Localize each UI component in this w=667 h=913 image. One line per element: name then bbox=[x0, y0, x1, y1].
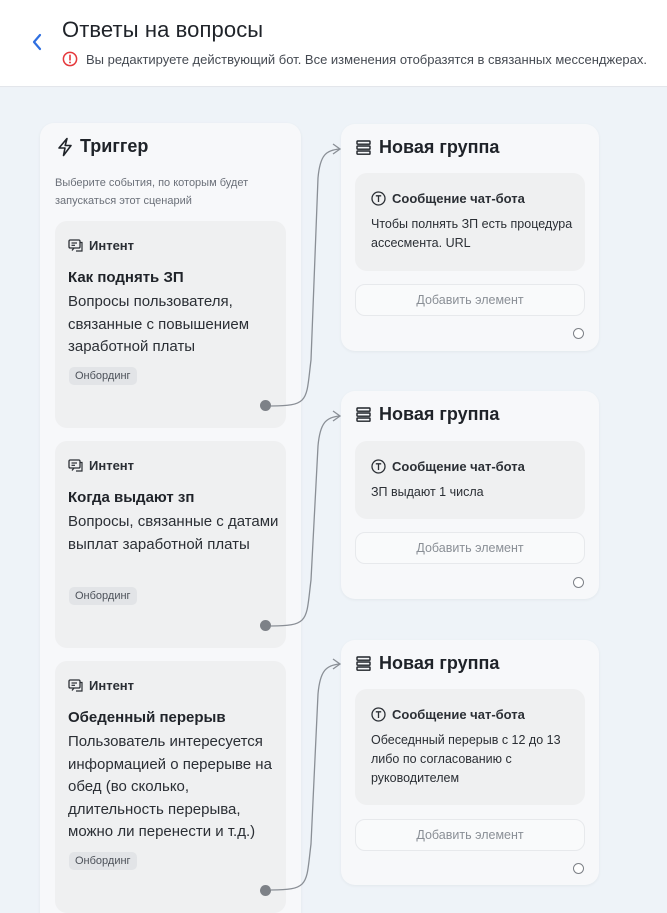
group-panel[interactable]: Новая группа Сообщение чат-бота Чтобы по… bbox=[341, 124, 599, 351]
back-button[interactable] bbox=[26, 30, 48, 54]
message-type-label: Сообщение чат-бота bbox=[392, 707, 525, 722]
add-element-button[interactable]: Добавить элемент bbox=[355, 532, 585, 564]
chat-intent-icon bbox=[68, 239, 83, 252]
message-header: Сообщение чат-бота bbox=[371, 191, 525, 206]
intent-tag: Онбординг bbox=[69, 367, 137, 385]
group-title-text: Новая группа bbox=[379, 404, 500, 424]
intent-output-port[interactable] bbox=[260, 620, 271, 631]
edit-warning: Вы редактируете действующий бот. Все изм… bbox=[62, 51, 647, 67]
group-output-port[interactable] bbox=[573, 863, 584, 874]
text-t-icon bbox=[371, 459, 386, 474]
bot-message-card[interactable]: Сообщение чат-бота ЗП выдают 1 числа bbox=[355, 441, 585, 519]
chat-intent-icon bbox=[68, 459, 83, 472]
group-title: Новая группа bbox=[356, 404, 499, 425]
intent-header: Интент bbox=[68, 458, 134, 473]
page-title: Ответы на вопросы bbox=[62, 17, 264, 42]
group-panel[interactable]: Новая группа Сообщение чат-бота Обеседнн… bbox=[341, 640, 599, 885]
intent-description: Вопросы, связанные с датами выплат зараб… bbox=[68, 513, 279, 553]
group-panel[interactable]: Новая группа Сообщение чат-бота ЗП выдаю… bbox=[341, 391, 599, 599]
message-text: Обеседнный перерыв с 12 до 13 либо по со… bbox=[371, 733, 561, 785]
intent-description: Вопросы пользователя, связанные с повыше… bbox=[68, 293, 250, 355]
intent-card[interactable]: Интент Как поднять ЗП Вопросы пользовате… bbox=[55, 221, 286, 428]
intent-card[interactable]: Интент Обеденный перерыв Пользователь ин… bbox=[55, 661, 286, 913]
group-title-text: Новая группа bbox=[379, 653, 500, 673]
intent-output-port[interactable] bbox=[260, 885, 271, 896]
stack-icon bbox=[356, 140, 371, 155]
add-element-button[interactable]: Добавить элемент bbox=[355, 819, 585, 851]
message-type-label: Сообщение чат-бота bbox=[392, 191, 525, 206]
intent-output-port[interactable] bbox=[260, 400, 271, 411]
trigger-title: Триггер bbox=[56, 136, 148, 157]
stack-icon bbox=[356, 656, 371, 671]
bot-message-card[interactable]: Сообщение чат-бота Обеседнный перерыв с … bbox=[355, 689, 585, 805]
intent-header: Интент bbox=[68, 238, 134, 253]
add-element-button[interactable]: Добавить элемент bbox=[355, 284, 585, 316]
intent-type-label: Интент bbox=[89, 678, 135, 693]
message-header: Сообщение чат-бота bbox=[371, 459, 525, 474]
stack-icon bbox=[356, 407, 371, 422]
intent-type-label: Интент bbox=[89, 238, 135, 253]
bot-message-card[interactable]: Сообщение чат-бота Чтобы полнять ЗП есть… bbox=[355, 173, 585, 271]
intent-card[interactable]: Интент Когда выдают зп Вопросы, связанны… bbox=[55, 441, 286, 648]
text-t-icon bbox=[371, 707, 386, 722]
message-text: Чтобы полнять ЗП есть процедура ассесмен… bbox=[371, 217, 573, 250]
text-t-icon bbox=[371, 191, 386, 206]
group-output-port[interactable] bbox=[573, 577, 584, 588]
intent-name: Обеденный перерыв bbox=[68, 709, 226, 726]
page-header: Ответы на вопросы Вы редактируете действ… bbox=[0, 0, 667, 87]
intent-name: Как поднять ЗП bbox=[68, 269, 184, 286]
warning-text: Вы редактируете действующий бот. Все изм… bbox=[86, 51, 647, 67]
group-title: Новая группа bbox=[356, 653, 499, 674]
intent-tag: Онбординг bbox=[69, 587, 137, 605]
intent-type-label: Интент bbox=[89, 458, 135, 473]
group-title: Новая группа bbox=[356, 137, 499, 158]
intent-tag: Онбординг bbox=[69, 852, 137, 870]
alert-circle-icon bbox=[62, 51, 78, 67]
trigger-title-text: Триггер bbox=[80, 136, 149, 156]
intent-description: Пользователь интересуется информацией о … bbox=[68, 733, 272, 840]
trigger-description: Выберите события, по которым будет запус… bbox=[55, 177, 249, 207]
chevron-left-icon bbox=[32, 33, 42, 51]
chat-intent-icon bbox=[68, 679, 83, 692]
intent-header: Интент bbox=[68, 678, 134, 693]
message-text: ЗП выдают 1 числа bbox=[371, 485, 484, 499]
group-title-text: Новая группа bbox=[379, 137, 500, 157]
message-type-label: Сообщение чат-бота bbox=[392, 459, 525, 474]
lightning-icon bbox=[58, 137, 72, 156]
intent-name: Когда выдают зп bbox=[68, 489, 195, 506]
message-header: Сообщение чат-бота bbox=[371, 707, 525, 722]
group-output-port[interactable] bbox=[573, 328, 584, 339]
